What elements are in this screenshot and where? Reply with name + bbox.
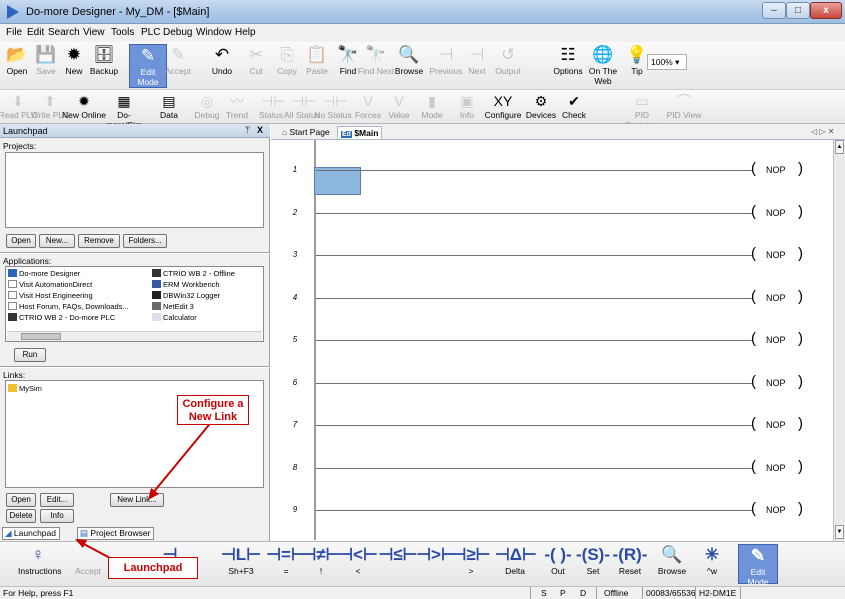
launchpad-arrow bbox=[81, 542, 111, 559]
configure-arrow bbox=[151, 419, 214, 495]
launchpad-arrowhead bbox=[75, 539, 87, 548]
launchpad-callout: Launchpad bbox=[108, 557, 198, 579]
configure-arrowhead bbox=[148, 488, 159, 500]
configure-callout: Configure a New Link bbox=[177, 395, 249, 425]
callout-arrows bbox=[75, 419, 214, 559]
